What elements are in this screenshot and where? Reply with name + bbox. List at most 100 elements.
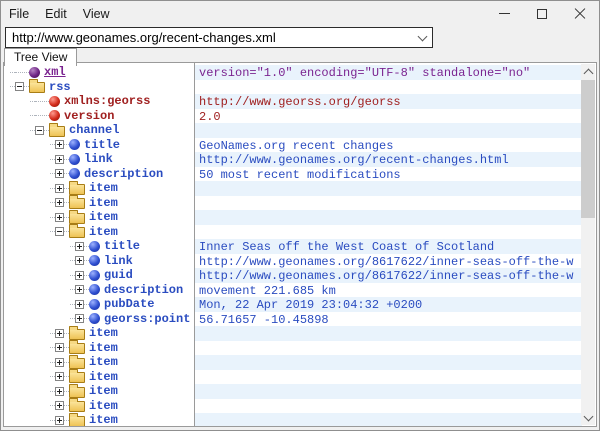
collapse-minus-icon[interactable] bbox=[15, 82, 24, 91]
scroll-up-button[interactable] bbox=[581, 64, 595, 79]
value-row bbox=[195, 196, 582, 211]
value-text bbox=[195, 182, 199, 196]
folder-icon bbox=[69, 372, 85, 383]
expand-plus-icon[interactable] bbox=[55, 213, 64, 222]
scroll-up-icon bbox=[583, 69, 593, 79]
expand-plus-icon[interactable] bbox=[55, 372, 64, 381]
combobox-dropdown-icon[interactable] bbox=[418, 31, 428, 41]
value-text bbox=[195, 356, 199, 370]
node-label: link bbox=[104, 254, 133, 269]
node-label: item bbox=[89, 413, 118, 426]
menu-view[interactable]: View bbox=[75, 4, 118, 24]
expand-plus-icon[interactable] bbox=[75, 314, 84, 323]
collapse-minus-icon[interactable] bbox=[35, 126, 44, 135]
node-label: item bbox=[89, 384, 118, 399]
value-row: Inner Seas off the West Coast of Scotlan… bbox=[195, 239, 582, 254]
value-text: http://www.georss.org/georss bbox=[195, 95, 401, 109]
value-row: http://www.geonames.org/8617622/inner-se… bbox=[195, 254, 582, 269]
expand-plus-icon[interactable] bbox=[55, 329, 64, 338]
xml-declaration-icon bbox=[29, 67, 40, 78]
close-icon bbox=[574, 8, 586, 20]
values-pane: version="1.0" encoding="UTF-8" standalon… bbox=[195, 63, 582, 426]
value-text bbox=[195, 226, 199, 240]
tree-row[interactable]: item bbox=[4, 341, 194, 356]
tree-row[interactable]: link bbox=[4, 152, 194, 167]
node-label: version bbox=[64, 109, 114, 124]
xml-viewer-window: File Edit View http://www.geonames.org/r… bbox=[0, 0, 600, 431]
expand-plus-icon[interactable] bbox=[75, 271, 84, 280]
value-text: 50 most recent modifications bbox=[195, 168, 401, 182]
value-text: GeoNames.org recent changes bbox=[195, 139, 393, 153]
expand-plus-icon[interactable] bbox=[75, 242, 84, 251]
tree-row[interactable]: item bbox=[4, 399, 194, 414]
scroll-down-icon bbox=[583, 411, 593, 421]
node-label: item bbox=[89, 225, 118, 240]
folder-icon bbox=[69, 358, 85, 369]
menu-file[interactable]: File bbox=[1, 4, 37, 24]
expand-plus-icon[interactable] bbox=[55, 401, 64, 410]
scrollbar-thumb[interactable] bbox=[581, 80, 595, 218]
value-text: 56.71657 -10.45898 bbox=[195, 313, 329, 327]
tree-row[interactable]: title bbox=[4, 138, 194, 153]
expand-plus-icon[interactable] bbox=[55, 343, 64, 352]
tree-row[interactable]: item bbox=[4, 210, 194, 225]
tree-row[interactable]: item bbox=[4, 384, 194, 399]
expand-plus-icon[interactable] bbox=[55, 169, 64, 178]
window-controls bbox=[485, 1, 599, 26]
tree-row[interactable]: xml bbox=[4, 65, 194, 80]
close-button[interactable] bbox=[561, 1, 599, 26]
collapse-minus-icon[interactable] bbox=[55, 227, 64, 236]
tree-row[interactable]: item bbox=[4, 181, 194, 196]
tree-row[interactable]: guid bbox=[4, 268, 194, 283]
element-icon bbox=[89, 299, 100, 310]
vertical-scrollbar[interactable] bbox=[581, 64, 595, 425]
url-combobox[interactable]: http://www.geonames.org/recent-changes.x… bbox=[5, 27, 433, 48]
expand-plus-icon[interactable] bbox=[55, 184, 64, 193]
tree-row[interactable]: description bbox=[4, 167, 194, 182]
tree-row[interactable]: item bbox=[4, 326, 194, 341]
tree-row[interactable]: item bbox=[4, 225, 194, 240]
value-text: version="1.0" encoding="UTF-8" standalon… bbox=[195, 66, 530, 80]
expand-plus-icon[interactable] bbox=[55, 155, 64, 164]
expand-plus-icon[interactable] bbox=[75, 300, 84, 309]
expand-plus-icon[interactable] bbox=[55, 198, 64, 207]
tree-row[interactable]: item bbox=[4, 413, 194, 426]
value-row bbox=[195, 341, 582, 356]
tree-row[interactable]: item bbox=[4, 370, 194, 385]
attribute-icon bbox=[49, 96, 60, 107]
value-text bbox=[195, 342, 199, 356]
tree-row[interactable]: title bbox=[4, 239, 194, 254]
tree-row[interactable]: version bbox=[4, 109, 194, 124]
tree-row[interactable]: pubDate bbox=[4, 297, 194, 312]
maximize-button[interactable] bbox=[523, 1, 561, 26]
expand-plus-icon[interactable] bbox=[55, 387, 64, 396]
expand-plus-icon[interactable] bbox=[75, 256, 84, 265]
value-row bbox=[195, 326, 582, 341]
tree-row[interactable]: channel bbox=[4, 123, 194, 138]
url-input[interactable]: http://www.geonames.org/recent-changes.x… bbox=[12, 30, 419, 45]
node-label: georss:point bbox=[104, 312, 190, 327]
tree-row[interactable]: georss:point bbox=[4, 312, 194, 327]
value-text: http://www.geonames.org/8617622/inner-se… bbox=[195, 255, 573, 269]
tree-row[interactable]: item bbox=[4, 355, 194, 370]
value-row bbox=[195, 181, 582, 196]
expand-plus-icon[interactable] bbox=[55, 140, 64, 149]
expand-plus-icon[interactable] bbox=[55, 416, 64, 425]
scroll-down-button[interactable] bbox=[581, 410, 595, 425]
value-text: http://www.geonames.org/recent-changes.h… bbox=[195, 153, 509, 167]
menu-edit[interactable]: Edit bbox=[37, 4, 75, 24]
value-row: 56.71657 -10.45898 bbox=[195, 312, 582, 327]
tree-row[interactable]: description bbox=[4, 283, 194, 298]
minimize-button[interactable] bbox=[485, 1, 523, 26]
tab-tree-view[interactable]: Tree View bbox=[4, 48, 77, 66]
node-label: description bbox=[104, 283, 183, 298]
expand-plus-icon[interactable] bbox=[55, 358, 64, 367]
expand-plus-icon[interactable] bbox=[75, 285, 84, 294]
folder-icon bbox=[69, 343, 85, 354]
tree-row[interactable]: link bbox=[4, 254, 194, 269]
tab-bar: Tree View bbox=[3, 48, 77, 63]
tree-row[interactable]: rss bbox=[4, 80, 194, 95]
tree-row[interactable]: item bbox=[4, 196, 194, 211]
node-label: item bbox=[89, 181, 118, 196]
tree-row[interactable]: xmlns:georss bbox=[4, 94, 194, 109]
